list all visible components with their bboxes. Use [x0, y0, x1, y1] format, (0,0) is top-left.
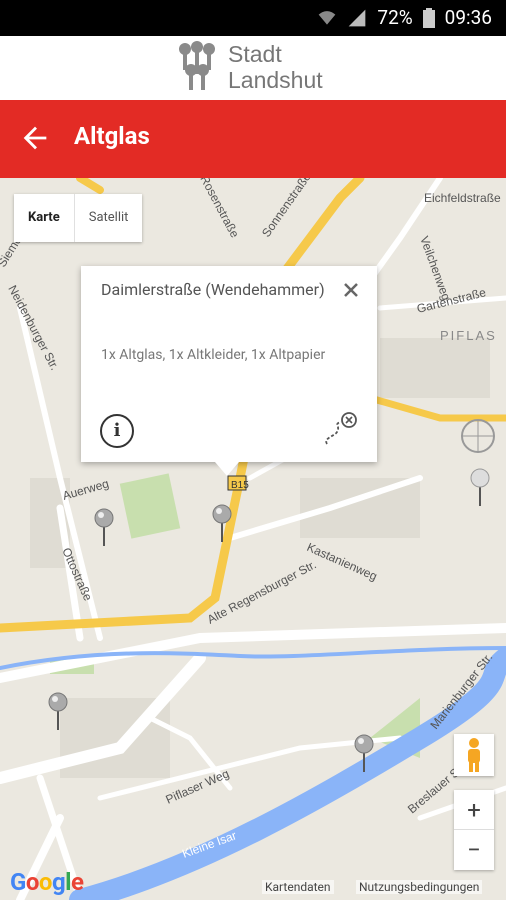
- signal-icon: [349, 9, 366, 26]
- city-emblem-icon: [179, 41, 215, 90]
- pegman-icon: [468, 738, 480, 772]
- highway-shield: B15: [231, 480, 249, 491]
- terms-link[interactable]: Nutzungsbedingungen: [356, 880, 483, 894]
- info-window: Daimlerstraße (Wendehammer) 1x Altglas, …: [81, 266, 377, 476]
- compass-icon: [461, 419, 495, 453]
- arrow-left-icon[interactable]: [18, 121, 52, 155]
- district-label: PIFLAS: [440, 328, 497, 343]
- map-pin-icon[interactable]: [212, 504, 232, 544]
- map-pin-icon[interactable]: [354, 734, 374, 774]
- map-type-toggle: Karte Satellit: [14, 194, 143, 242]
- close-icon[interactable]: [343, 282, 359, 298]
- zoom-in-button[interactable]: +: [454, 790, 494, 830]
- status-bar: 72% 09:36: [0, 0, 506, 36]
- page-title: Altglas: [74, 122, 150, 150]
- map-type-satellit-button[interactable]: Satellit: [75, 194, 143, 242]
- street-label: Eichfeldstraße: [424, 191, 501, 205]
- battery-percent: 72%: [377, 6, 413, 29]
- logo-bar: Stadt Landshut: [0, 36, 506, 100]
- city-logo: Stadt Landshut: [174, 40, 323, 94]
- logo-line-2: Landshut: [228, 67, 323, 93]
- logo-line-1: Stadt: [228, 41, 282, 67]
- battery-icon: [422, 7, 435, 28]
- map-pin-icon[interactable]: [94, 508, 114, 548]
- google-logo[interactable]: Google: [10, 868, 84, 896]
- wifi-icon: [319, 10, 336, 25]
- zoom-out-button[interactable]: −: [454, 830, 494, 870]
- app-bar: Altglas: [0, 100, 506, 178]
- zoom-control: + −: [454, 790, 494, 870]
- route-icon[interactable]: [321, 410, 361, 450]
- popup-title: Daimlerstraße (Wendehammer): [101, 280, 325, 299]
- info-icon[interactable]: i: [100, 414, 134, 448]
- street-view-button[interactable]: [454, 734, 494, 776]
- map-pin-icon[interactable]: [48, 692, 68, 732]
- map-data-link[interactable]: Kartendaten: [262, 880, 334, 894]
- popup-description: 1x Altglas, 1x Altkleider, 1x Altpapier: [101, 347, 326, 363]
- map-view[interactable]: Eichfeldstraße Veilchenweg Gartenstraße …: [0, 178, 506, 900]
- clock: 09:36: [444, 6, 492, 29]
- map-type-karte-button[interactable]: Karte: [14, 194, 75, 242]
- map-pin-icon[interactable]: [470, 468, 490, 508]
